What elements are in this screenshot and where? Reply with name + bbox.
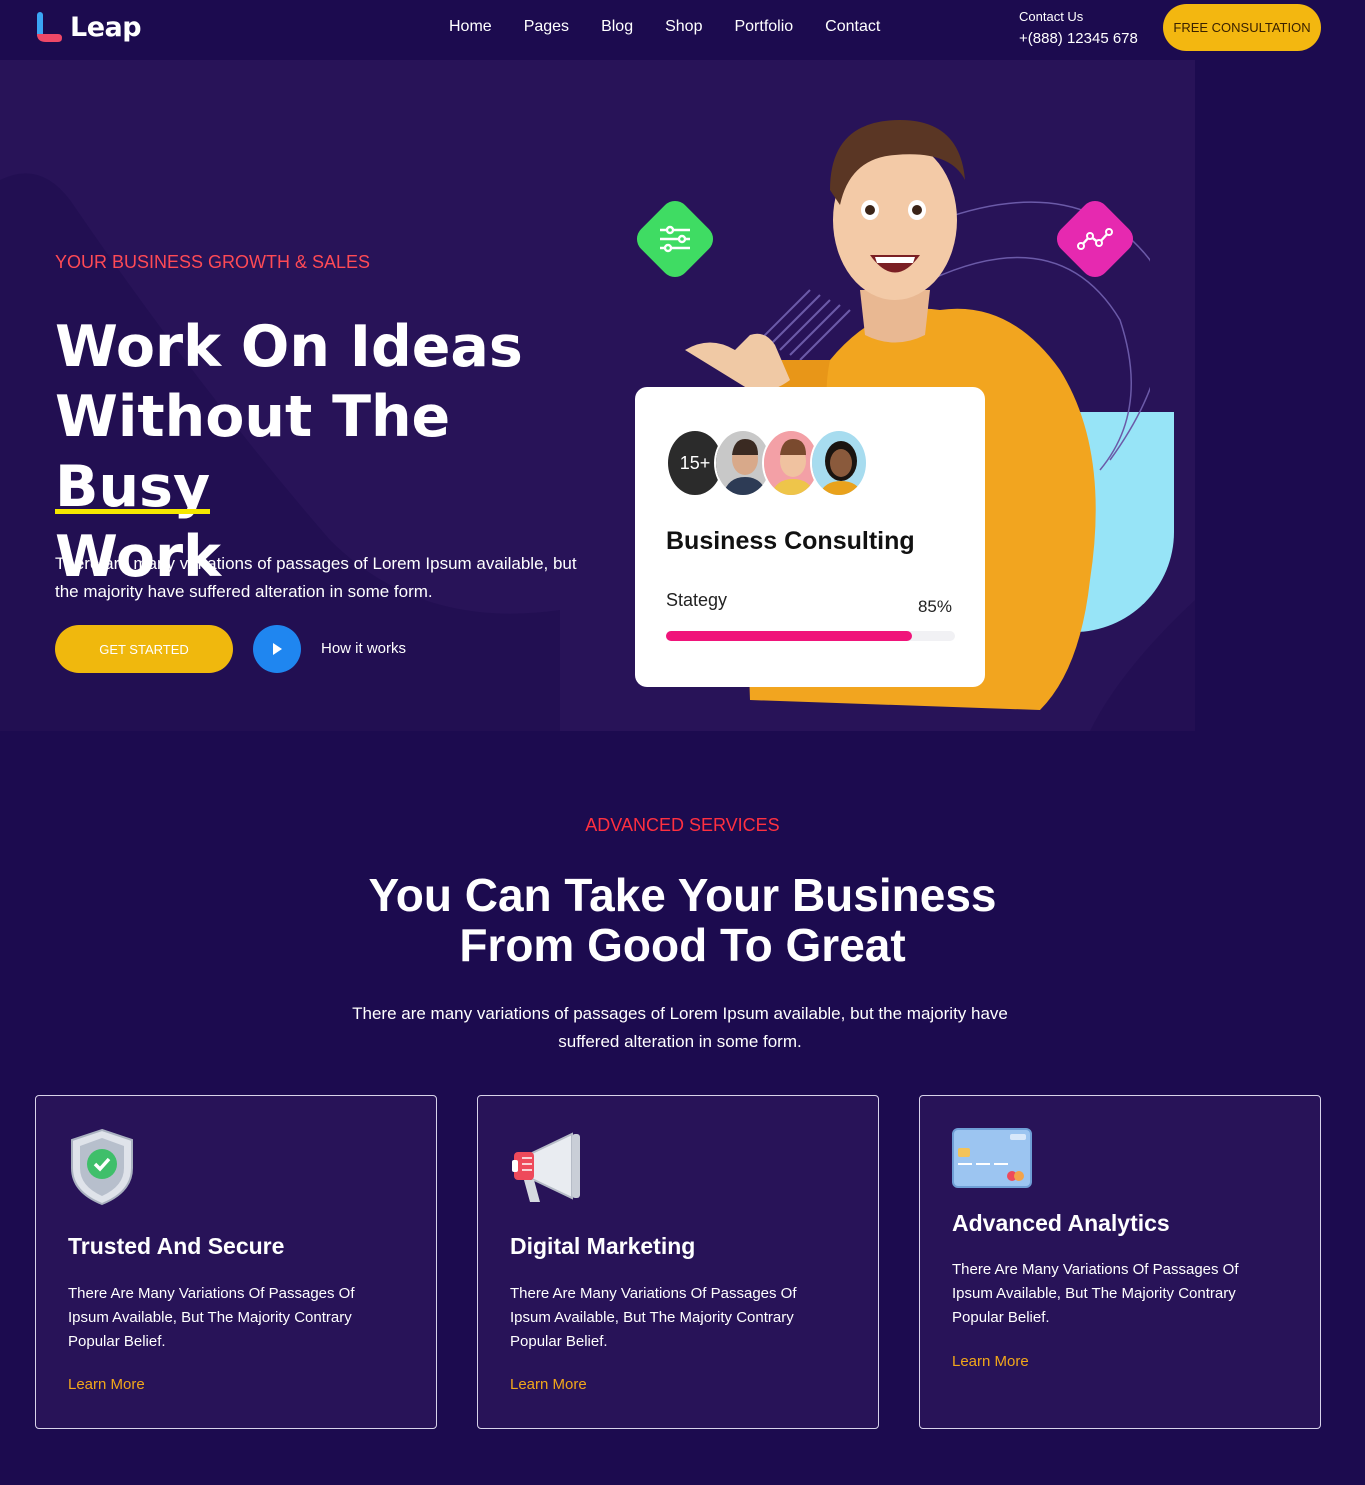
logo[interactable]: Leap	[34, 10, 142, 44]
analytics-line-icon	[1051, 195, 1139, 283]
hero-eyebrow: YOUR BUSINESS GROWTH & SALES	[55, 252, 371, 272]
nav-pages[interactable]: Pages	[524, 18, 569, 36]
nav-shop[interactable]: Shop	[665, 18, 702, 36]
service-text: There Are Many Variations Of Passages Of…	[68, 1285, 355, 1350]
service-title: Digital Marketing	[510, 1233, 696, 1259]
free-consultation-button[interactable]: FREE CONSULTATION	[1163, 4, 1321, 51]
service-card-analytics: Advanced Analytics There Are Many Variat…	[919, 1095, 1321, 1429]
services-title-line2: From Good To Great	[459, 919, 906, 971]
service-text: There Are Many Variations Of Passages Of…	[952, 1261, 1239, 1326]
avatar	[810, 429, 868, 497]
card-title: Business Consulting	[666, 527, 915, 555]
service-text: There Are Many Variations Of Passages Of…	[510, 1285, 797, 1350]
shield-check-icon	[68, 1128, 136, 1211]
get-started-button[interactable]: GET STARTED	[55, 625, 233, 673]
progress-fill	[666, 631, 912, 641]
hero-description: There are many variations of passages of…	[55, 554, 577, 601]
play-icon	[273, 643, 282, 655]
logo-text: Leap	[70, 11, 142, 43]
services-title: You Can Take Your Business From Good To …	[0, 870, 1365, 970]
services-eyebrow: ADVANCED SERVICES	[585, 815, 780, 835]
contact-phone[interactable]: +(888) 12345 678	[1019, 30, 1138, 47]
hero-title-line1: Work On Ideas	[55, 314, 523, 380]
main-nav: Home Pages Blog Shop Portfolio Contact	[449, 18, 880, 36]
progress-label: Stategy	[666, 590, 728, 610]
site-header: Leap Home Pages Blog Shop Portfolio Cont…	[0, 0, 1365, 56]
progress-percent: 85%	[917, 597, 952, 616]
nav-home[interactable]: Home	[449, 18, 492, 36]
megaphone-icon	[510, 1128, 594, 1211]
service-card-trusted: Trusted And Secure There Are Many Variat…	[35, 1095, 437, 1429]
hero-title-line2: Without The	[55, 384, 451, 450]
business-consulting-card: 15+ Business Consulting Stategy 85%	[635, 387, 985, 687]
service-title: Trusted And Secure	[68, 1233, 285, 1259]
learn-more-link[interactable]: Learn More	[952, 1353, 1029, 1370]
nav-blog[interactable]: Blog	[601, 18, 633, 36]
contact-info: Contact Us +(888) 12345 678	[1019, 9, 1138, 47]
services-title-line1: You Can Take Your Business	[368, 869, 997, 921]
service-card-marketing: Digital Marketing There Are Many Variati…	[477, 1095, 879, 1429]
credit-card-icon	[952, 1128, 1032, 1193]
nav-contact[interactable]: Contact	[825, 18, 880, 36]
contact-label: Contact Us	[1019, 9, 1084, 24]
logo-mark-icon	[34, 10, 64, 44]
learn-more-link[interactable]: Learn More	[510, 1376, 587, 1393]
service-title: Advanced Analytics	[952, 1210, 1170, 1236]
progress-track	[666, 631, 955, 641]
settings-sliders-icon	[631, 195, 719, 283]
services-description: There are many variations of passages of…	[352, 1004, 1008, 1051]
nav-portfolio[interactable]: Portfolio	[734, 18, 793, 36]
avatar-group: 15+	[666, 429, 868, 497]
hero-title-highlight: Busy	[55, 454, 211, 520]
play-video-button[interactable]	[253, 625, 301, 673]
learn-more-link[interactable]: Learn More	[68, 1376, 145, 1393]
how-it-works-link[interactable]: How it works	[321, 640, 406, 657]
